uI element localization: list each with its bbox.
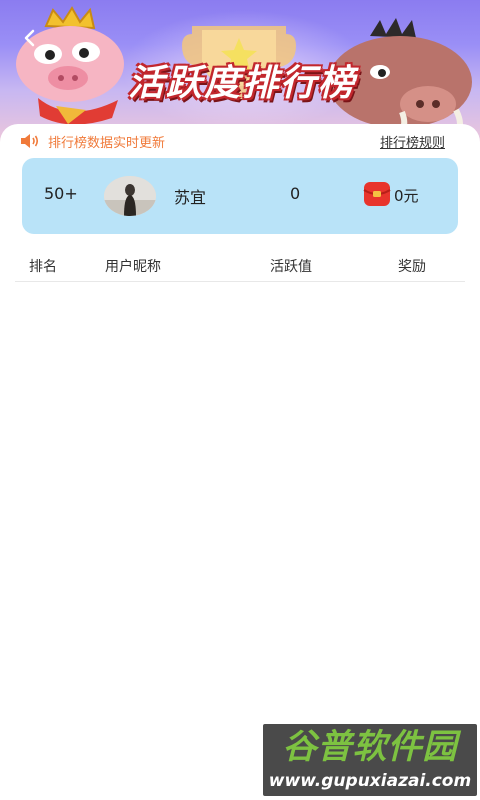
red-packet-icon bbox=[363, 182, 391, 206]
table-header: 排名 用户昵称 活跃值 奖励 bbox=[15, 246, 465, 282]
chevron-left-icon bbox=[24, 29, 35, 47]
page-title: 活跃度排行榜 bbox=[127, 63, 356, 104]
column-header-rank: 排名 bbox=[29, 259, 57, 275]
column-header-reward: 奖励 bbox=[398, 259, 426, 275]
my-rank: 50+ bbox=[44, 184, 78, 203]
back-button[interactable] bbox=[18, 26, 42, 50]
my-reward: 0元 bbox=[394, 187, 419, 205]
avatar-photo-icon bbox=[104, 176, 156, 216]
leaderboard-panel: 排行榜数据实时更新 排行榜规则 50+ 苏宜 0 0元 排名 用户昵称 活跃值 … bbox=[0, 124, 480, 800]
rules-link[interactable]: 排行榜规则 bbox=[380, 132, 445, 151]
notice-bar: 排行榜数据实时更新 bbox=[20, 130, 165, 152]
my-activity-score: 0 bbox=[290, 184, 301, 203]
column-header-activity: 活跃值 bbox=[270, 259, 312, 275]
avatar bbox=[104, 176, 156, 216]
my-nickname: 苏宜 bbox=[174, 188, 207, 207]
speaker-icon bbox=[21, 134, 39, 148]
watermark-logo-text: 谷普软件园 bbox=[282, 727, 458, 767]
site-watermark: 谷普软件园 www.gupuxiazai.com bbox=[263, 724, 477, 796]
column-header-nickname: 用户昵称 bbox=[105, 259, 161, 275]
watermark-url: www.gupuxiazai.com bbox=[268, 771, 472, 791]
notice-text: 排行榜数据实时更新 bbox=[48, 135, 166, 151]
my-rank-card: 50+ 苏宜 0 0元 bbox=[22, 158, 458, 234]
